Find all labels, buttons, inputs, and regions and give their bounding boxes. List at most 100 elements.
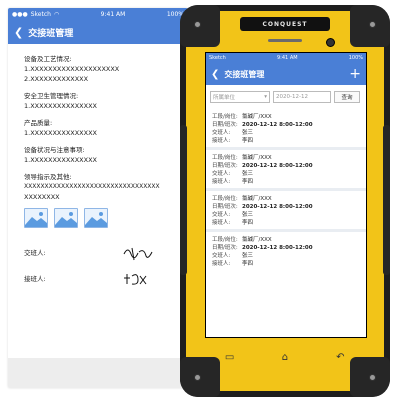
image-placeholder-icon <box>25 212 47 227</box>
section-title: 产品质量: <box>24 119 53 127</box>
record-card[interactable]: 工段/岗位: 氯碱厂/XXX 日期/班次: 2020-12-12 8:00-12:0… <box>206 232 366 270</box>
date-input[interactable]: 2020-12-12 <box>273 91 331 103</box>
app-bar: ❮ 交接班管理 + <box>206 63 366 85</box>
date-value: 2020-12-12 8:00-12:00 <box>242 122 313 128</box>
status-bar: Sketch 9:41 AM 100% <box>206 53 366 63</box>
receiver-label: 接班人: <box>212 261 231 267</box>
section-title: 设备状况与注意事项: <box>24 146 85 154</box>
handover-label: 交班人: <box>212 130 231 136</box>
record-card[interactable]: 工段/岗位: 氯碱厂/XXX 日期/班次: 2020-12-12 8:00-12:0… <box>206 150 366 188</box>
handover-label: 交班人: <box>24 249 46 257</box>
date-value: 2020-12-12 8:00-12:00 <box>242 204 313 210</box>
post-label: 工段/岗位: <box>212 114 238 120</box>
back-chevron-icon[interactable]: ❮ <box>211 69 219 80</box>
post-label: 工段/岗位: <box>212 237 238 243</box>
date-value: 2020-12-12 <box>276 94 308 100</box>
receiver-label: 接班人: <box>212 138 231 144</box>
carrier-label: Sketch <box>30 10 51 18</box>
image-thumbnail[interactable] <box>84 208 108 228</box>
handover-value: 张三 <box>242 130 254 136</box>
detail-content: 设备及工艺情况: 1.XXXXXXXXXXXXXXXXXXXX 2.XXXXXX… <box>8 44 188 286</box>
handover-value: 张三 <box>242 253 254 259</box>
screw-icon <box>194 21 201 28</box>
speaker-grille <box>268 39 302 42</box>
record-card[interactable]: 工段/岗位: 氯碱厂/XXX 日期/班次: 2020-12-12 8:00-12:0… <box>206 109 366 147</box>
handover-label: 交班人: <box>212 253 231 259</box>
chevron-down-icon: ▾ <box>264 94 267 100</box>
rugged-phone: CONQUEST Sketch 9:41 AM 100% ❮ 交接班管理 + 所… <box>180 5 390 397</box>
status-time: 9:41 AM <box>277 55 298 61</box>
post-label: 工段/岗位: <box>212 155 238 161</box>
carrier-label: Sketch <box>209 55 226 61</box>
handover-signature-image <box>123 247 153 261</box>
receiver-value: 李四 <box>242 138 254 144</box>
department-select[interactable]: 所属单位 ▾ <box>210 91 270 103</box>
back-detail-screen: ●●● Sketch ◠ 9:41 AM 100% ❮ 交接班管理 设备及工艺情… <box>8 8 188 388</box>
battery-label: 100% <box>348 55 363 61</box>
filter-bar: 所属单位 ▾ 2020-12-12 查询 <box>206 85 366 109</box>
receiver-value: 李四 <box>242 261 254 267</box>
receiver-label: 接班人: <box>24 275 46 283</box>
section-line: 1.XXXXXXXXXXXXXXX <box>24 156 97 164</box>
brand-logo: CONQUEST <box>240 17 330 31</box>
status-bar: ●●● Sketch ◠ 9:41 AM 100% <box>8 8 188 20</box>
page-title: 交接班管理 <box>224 69 265 79</box>
section-line: 1.XXXXXXXXXXXXXXXXXXXX <box>24 65 120 73</box>
section-title: 设备及工艺情况: <box>24 55 72 63</box>
receiver-label: 接班人: <box>212 220 231 226</box>
section-line: XXXXXXXX <box>24 193 60 201</box>
receiver-signature-row: 接班人: <box>24 272 172 286</box>
back-button[interactable]: ↶ <box>330 350 350 364</box>
signal-icon: ●●● <box>12 10 28 18</box>
handover-value: 张三 <box>242 212 254 218</box>
side-grip-left <box>180 125 187 275</box>
screw-icon <box>369 21 376 28</box>
date-label: 日期/班次: <box>212 122 238 128</box>
date-label: 日期/班次: <box>212 204 238 210</box>
record-card[interactable]: 工段/岗位: 氯碱厂/XXX 日期/班次: 2020-12-12 8:00-12:0… <box>206 191 366 229</box>
section-title: 领导指示及其他: <box>24 173 72 181</box>
handover-label: 交班人: <box>212 171 231 177</box>
page-title: 交接班管理 <box>28 28 74 39</box>
post-value: 氯碱厂/XXX <box>242 155 272 161</box>
department-placeholder: 所属单位 <box>213 95 236 101</box>
section-line: 1.XXXXXXXXXXXXXXX <box>24 102 97 110</box>
image-thumbnail[interactable] <box>24 208 48 228</box>
date-value: 2020-12-12 8:00-12:00 <box>242 163 313 169</box>
section-title: 安全卫生管理情况: <box>24 92 79 100</box>
section-line: 1.XXXXXXXXXXXXXXX <box>24 129 97 137</box>
record-list: 工段/岗位: 氯碱厂/XXX 日期/班次: 2020-12-12 8:00-12:0… <box>206 109 366 270</box>
receiver-value: 李四 <box>242 179 254 185</box>
section-line: XXXXXXXXXXXXXXXXXXXXXXXXXXXXXXXXX <box>24 183 160 190</box>
post-value: 氯碱厂/XXX <box>242 237 272 243</box>
hardware-nav-bar: ▭ ⌂ ↶ <box>202 345 368 369</box>
status-time: 9:41 AM <box>100 10 126 18</box>
bottom-bar <box>8 358 188 388</box>
plus-icon[interactable]: + <box>349 67 361 81</box>
front-camera-icon <box>326 38 335 47</box>
phone-screen: Sketch 9:41 AM 100% ❮ 交接班管理 + 所属单位 ▾ 202… <box>205 52 367 338</box>
post-value: 氯碱厂/XXX <box>242 196 272 202</box>
image-placeholder-icon <box>85 212 107 227</box>
date-value: 2020-12-12 8:00-12:00 <box>242 245 313 251</box>
receiver-value: 李四 <box>242 220 254 226</box>
handover-value: 张三 <box>242 171 254 177</box>
image-thumbnails <box>24 208 172 228</box>
screw-icon <box>194 374 201 381</box>
section-line: 2.XXXXXXXXXXXXX <box>24 75 89 83</box>
side-grip-right <box>383 125 390 275</box>
app-bar: ❮ 交接班管理 <box>8 20 188 44</box>
receiver-label: 接班人: <box>212 179 231 185</box>
query-button[interactable]: 查询 <box>334 91 360 103</box>
receiver-signature-image <box>124 274 147 285</box>
handover-label: 交班人: <box>212 212 231 218</box>
post-value: 氯碱厂/XXX <box>242 114 272 120</box>
wifi-icon: ◠ <box>53 10 60 18</box>
screw-icon <box>369 374 376 381</box>
post-label: 工段/岗位: <box>212 196 238 202</box>
menu-button[interactable]: ▭ <box>220 350 240 364</box>
image-thumbnail[interactable] <box>54 208 78 228</box>
back-chevron-icon[interactable]: ❮ <box>14 26 23 39</box>
home-button[interactable]: ⌂ <box>275 350 295 364</box>
date-label: 日期/班次: <box>212 163 238 169</box>
